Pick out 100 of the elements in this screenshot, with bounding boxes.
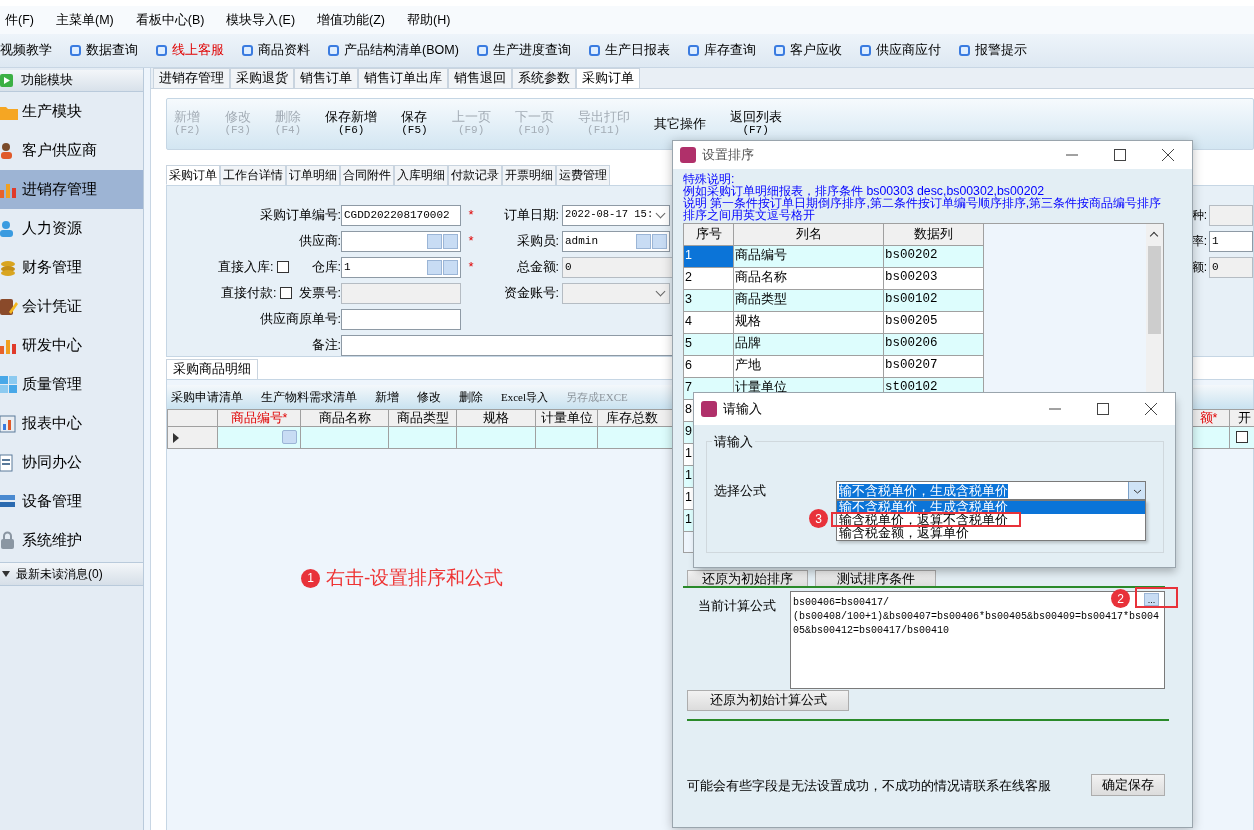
sidebar-item[interactable]: 人力资源 xyxy=(0,209,143,248)
field-label: 率: xyxy=(1191,233,1207,250)
tab[interactable]: 进销存管理 xyxy=(153,68,230,88)
toolbar-button[interactable]: 删除 xyxy=(459,388,483,406)
dropdown-option[interactable]: 输不含税单价，生成含税单价 xyxy=(837,501,1145,514)
table-cell: 2 xyxy=(684,268,734,290)
table-cell: 商品编号 xyxy=(734,246,884,268)
quick-link[interactable]: 数据查询 xyxy=(70,41,138,60)
tab[interactable]: 运费管理 xyxy=(556,165,610,185)
tab[interactable]: 采购订单 xyxy=(576,68,640,88)
input-field[interactable]: 1 xyxy=(1209,230,1253,252)
more-button[interactable]: ... xyxy=(1144,593,1159,606)
table-cell: bs00206 xyxy=(884,334,984,356)
dialog-button[interactable]: 还原为初始计算公式 xyxy=(687,690,849,711)
field-label: 采购订单编号: xyxy=(259,206,341,224)
column-header[interactable]: 规格 xyxy=(457,409,536,427)
tab[interactable]: 采购商品明细 xyxy=(166,359,258,379)
quick-link[interactable]: 客户应收 xyxy=(773,41,842,60)
toolbar-button[interactable]: 返回列表 (F7) xyxy=(729,111,782,137)
tab[interactable]: 销售退回 xyxy=(448,68,512,88)
field-label: 额: xyxy=(1191,259,1207,276)
table-cell: 品牌 xyxy=(734,334,884,356)
save-button[interactable]: 确定保存 xyxy=(1091,774,1165,796)
table-cell: bs00207 xyxy=(884,356,984,378)
quick-link[interactable]: 商品资料 xyxy=(242,41,310,60)
sidebar-item[interactable]: 设备管理 xyxy=(0,482,143,521)
input-field[interactable]: 1 xyxy=(341,256,461,278)
toolbar-button[interactable]: 生产物料需求清单 xyxy=(261,388,357,406)
tab[interactable]: 合同附件 xyxy=(340,165,394,185)
quick-link[interactable]: 线上客服 xyxy=(156,41,224,60)
field-label: 供应商原单号: xyxy=(259,310,341,328)
tab[interactable]: 付款记录 xyxy=(448,165,502,185)
tab[interactable]: 工作台详情 xyxy=(220,165,286,185)
tab[interactable]: 销售订单出库 xyxy=(358,68,448,88)
note-text: 特殊说明: xyxy=(683,173,735,185)
note-text: 例如采购订单明细报表，排序条件 bs00303 desc,bs00302,bs00202 xyxy=(683,185,1046,197)
toolbar-button[interactable]: 保存 (F5) xyxy=(401,111,428,137)
quick-link[interactable]: 产品结构清单(BOM) xyxy=(328,41,459,60)
field-label: 采购员: xyxy=(515,232,559,250)
sidebar-item[interactable]: 协同办公 xyxy=(0,443,143,482)
menu-item[interactable]: 模块导入(E) xyxy=(226,10,296,30)
column-header[interactable]: 开 xyxy=(1230,409,1254,427)
table-cell: 5 xyxy=(684,334,734,356)
tab[interactable]: 采购退货 xyxy=(230,68,294,88)
quick-link[interactable]: 视频教学 xyxy=(0,41,52,60)
required-mark: * xyxy=(467,258,475,277)
sidebar-item[interactable]: 系统维护 xyxy=(0,521,143,560)
table-cell: bs00205 xyxy=(884,312,984,334)
field-label: 直接入库: xyxy=(218,258,274,276)
table-cell: 1 xyxy=(684,246,734,268)
sidebar-item[interactable]: 财务管理 xyxy=(0,248,143,287)
tab[interactable]: 系统参数 xyxy=(512,68,576,88)
column-header[interactable]: 序号 xyxy=(684,224,734,246)
input-field[interactable]: 2022-08-17 15: xyxy=(562,204,670,226)
window-title: 设置排序 xyxy=(702,146,754,164)
input-field[interactable]: admin xyxy=(562,230,670,252)
quick-link[interactable]: 报警提示 xyxy=(958,41,1027,60)
field-label: 当前计算公式 xyxy=(698,598,776,615)
quick-link[interactable]: 供应商应付 xyxy=(859,41,941,60)
sidebar-item[interactable]: 研发中心 xyxy=(0,326,143,365)
sidebar-item[interactable]: 进销存管理 xyxy=(0,170,143,209)
quick-link[interactable]: 生产日报表 xyxy=(588,41,670,60)
sidebar-item[interactable]: 质量管理 xyxy=(0,365,143,404)
column-header[interactable]: 商品编号* xyxy=(218,409,301,427)
toolbar-button[interactable]: 新增 xyxy=(375,388,399,406)
input-field[interactable]: CGDD202208170002 xyxy=(341,204,461,226)
column-header[interactable]: 商品类型 xyxy=(389,409,457,427)
field-label: 订单日期: xyxy=(502,206,559,224)
tab[interactable]: 开票明细 xyxy=(502,165,556,185)
toolbar-button[interactable]: 采购申请清单 xyxy=(171,388,243,406)
column-header[interactable]: 商品名称 xyxy=(301,409,389,427)
tab[interactable]: 入库明细 xyxy=(394,165,448,185)
table-cell: 商品类型 xyxy=(734,290,884,312)
toolbar-button[interactable]: Excel导入 xyxy=(501,388,549,406)
table-cell: 产地 xyxy=(734,356,884,378)
tab[interactable]: 采购订单 xyxy=(166,165,220,185)
field-label: 备注: xyxy=(311,336,341,354)
note-text: 说明 第一条件按订单日期倒序排序,第二条件按订单编号顺序排序,第三条件按商品编号排序 xyxy=(683,197,1163,209)
column-header[interactable]: 列名 xyxy=(734,224,884,246)
table-cell: bs00203 xyxy=(884,268,984,290)
sidebar-item[interactable]: 会计凭证 xyxy=(0,287,143,326)
menu-item[interactable]: 件(F) xyxy=(5,10,34,30)
sidebar-item[interactable]: 生产模块 xyxy=(0,92,143,131)
column-header[interactable]: 数据列 xyxy=(884,224,984,246)
menu-item[interactable]: 主菜单(M) xyxy=(55,10,114,30)
menu-item[interactable]: 增值功能(Z) xyxy=(317,10,386,30)
quick-link[interactable]: 库存查询 xyxy=(687,41,756,60)
field-label: 供应商: xyxy=(298,232,341,250)
toolbar-button[interactable]: 保存新增 (F6) xyxy=(325,111,378,137)
toolbar-button[interactable]: 修改 xyxy=(417,388,441,406)
tab[interactable]: 销售订单 xyxy=(294,68,358,88)
toolbar-button[interactable]: 其它操作 xyxy=(653,117,706,131)
quick-link[interactable]: 生产进度查询 xyxy=(476,41,571,60)
tab[interactable]: 订单明细 xyxy=(286,165,340,185)
menu-item[interactable]: 看板中心(B) xyxy=(135,10,205,30)
sidebar-item[interactable]: 客户供应商 xyxy=(0,131,143,170)
menu-item[interactable]: 帮助(H) xyxy=(407,10,451,30)
column-header[interactable]: 计量单位 xyxy=(536,409,598,427)
sidebar-item[interactable]: 报表中心 xyxy=(0,404,143,443)
select-field[interactable]: 输不含税单价，生成含税单价 xyxy=(836,481,1146,500)
